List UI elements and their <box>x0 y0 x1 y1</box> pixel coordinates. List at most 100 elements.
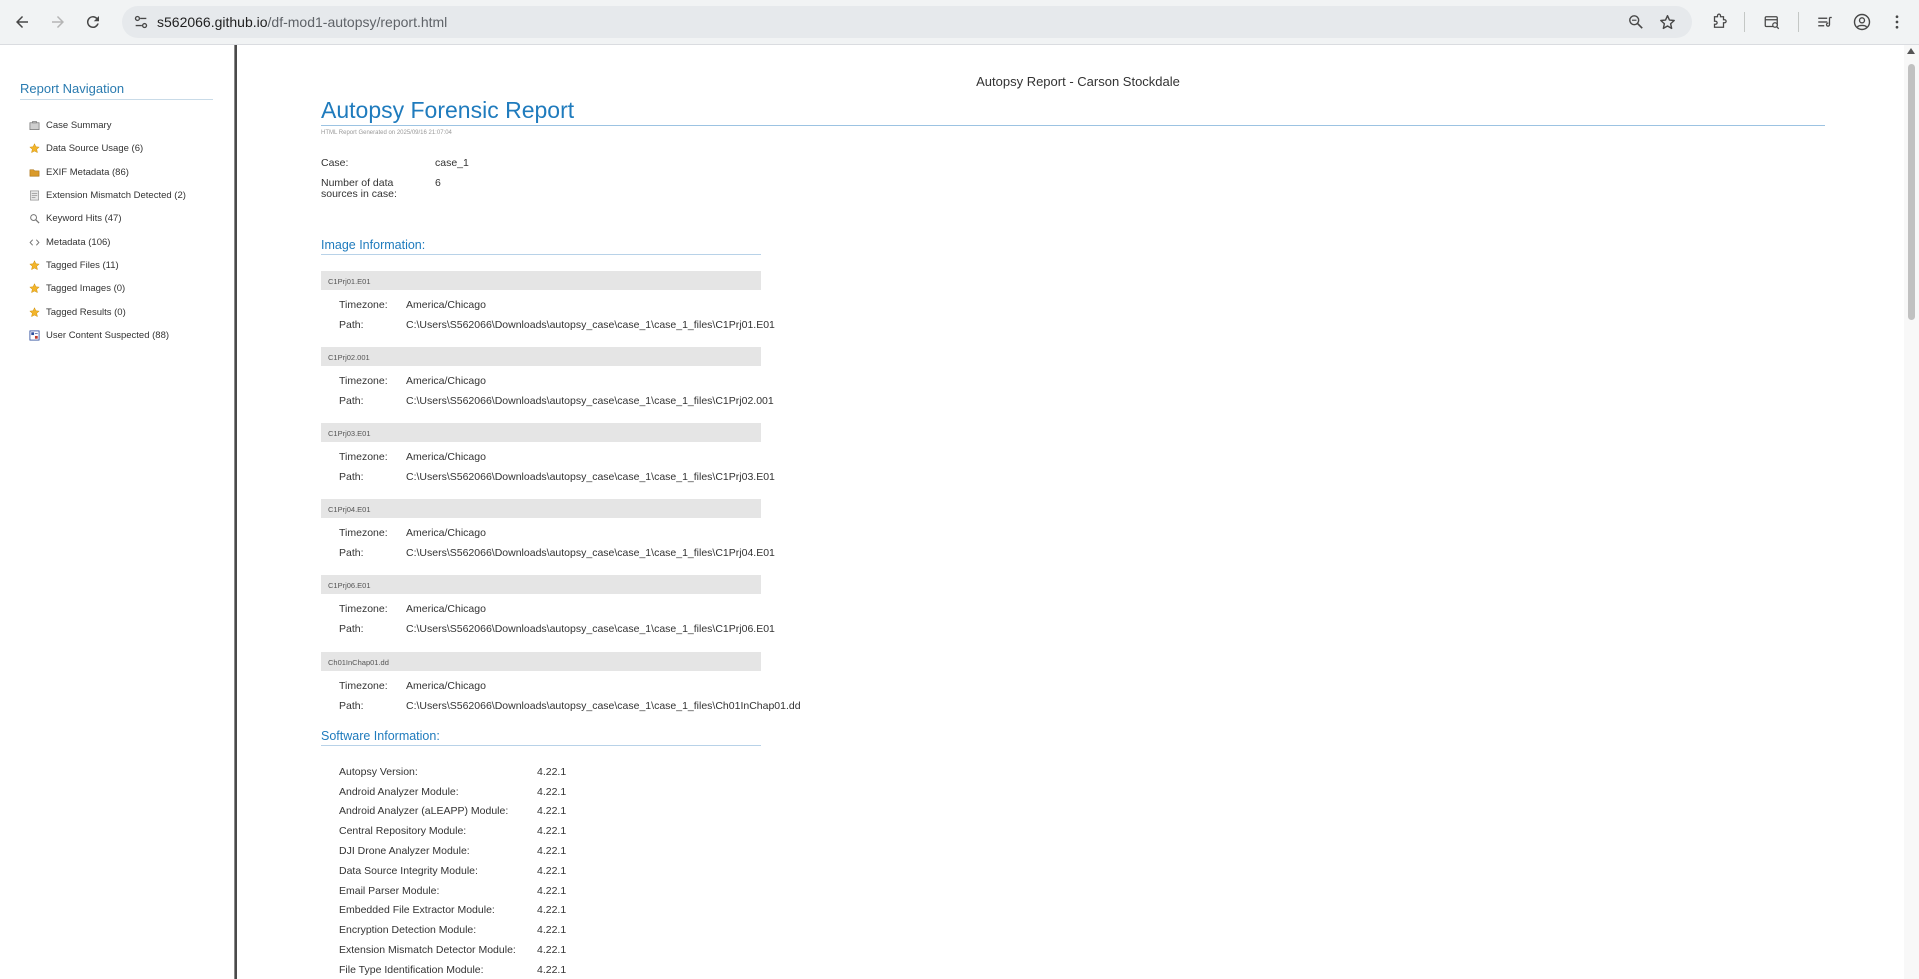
nav-item-case-summary[interactable]: Case Summary <box>28 114 186 137</box>
star-icon <box>28 283 41 294</box>
image-name: C1Prj06.E01 <box>321 575 761 595</box>
report-generated-date: HTML Report Generated on 2025/09/16 21:0… <box>321 130 452 136</box>
reload-button[interactable] <box>81 10 105 34</box>
timezone-label: Timezone: <box>339 527 388 540</box>
nav-item-tagged-images[interactable]: Tagged Images (0) <box>28 277 186 300</box>
data-sources-value: 6 <box>435 177 441 189</box>
timezone-value: America/Chicago <box>406 375 486 388</box>
path-value: C:\Users\S562066\Downloads\autopsy_case\… <box>406 471 775 484</box>
software-information-title: Software Information: <box>321 729 761 746</box>
image-name: C1Prj04.E01 <box>321 499 761 519</box>
module-name: Autopsy Version: <box>339 765 418 778</box>
reading-list-icon[interactable] <box>1813 10 1837 34</box>
zoom-icon[interactable] <box>1627 13 1645 31</box>
path-value: C:\Users\S562066\Downloads\autopsy_case\… <box>406 319 775 331</box>
nav-item-user-content-suspected[interactable]: User Content Suspected (88) <box>28 324 186 347</box>
path-row: Path: C:\Users\S562066\Downloads\autopsy_… <box>339 471 775 483</box>
timezone-label: Timezone: <box>339 603 388 616</box>
path-value: C:\Users\S562066\Downloads\autopsy_case\… <box>406 699 801 712</box>
module-name: Embedded File Extractor Module: <box>339 904 495 917</box>
scrollbar-thumb[interactable] <box>1908 64 1915 320</box>
nav-item-tagged-files[interactable]: Tagged Files (11) <box>28 254 186 277</box>
image-entry: C1Prj03.E01 Timezone: America/Chicago Path:… <box>321 423 775 483</box>
toolbar-divider <box>1744 12 1745 32</box>
timezone-label: Timezone: <box>339 451 388 464</box>
path-row: Path: C:\Users\S562066\Downloads\autopsy_… <box>339 547 775 559</box>
nav-item-label: Tagged Images (0) <box>46 283 126 295</box>
module-name: Encryption Detection Module: <box>339 924 477 937</box>
module-name: Android Analyzer (aLEAPP) Module: <box>339 805 509 818</box>
software-row: Android Analyzer Module: 4.22.1 <box>339 782 566 802</box>
software-row: Embedded File Extractor Module: 4.22.1 <box>339 901 566 921</box>
user-content-icon <box>28 330 41 341</box>
nav-item-extension-mismatch-detected[interactable]: Extension Mismatch Detected (2) <box>28 184 186 207</box>
module-name: Extension Mismatch Detector Module: <box>339 944 516 957</box>
case-label: Case: <box>321 157 349 169</box>
browser-toolbar: s562066.github.io/df-mod1-autopsy/report… <box>0 0 1919 45</box>
module-version: 4.22.1 <box>537 963 567 976</box>
site-settings-icon[interactable] <box>132 13 150 31</box>
case-row: Case: case_1 <box>321 158 469 178</box>
path-label: Path: <box>339 547 364 560</box>
path-value: C:\Users\S562066\Downloads\autopsy_case\… <box>406 623 775 636</box>
timezone-row: Timezone: America/Chicago <box>339 603 486 615</box>
browser-menu-icon[interactable] <box>1885 10 1909 34</box>
scroll-up-arrow-icon[interactable] <box>1907 48 1915 54</box>
timezone-value: America/Chicago <box>406 527 486 540</box>
image-entry: C1Prj01.E01 Timezone: America/Chicago Path:… <box>321 271 775 331</box>
path-row: Path: C:\Users\S562066\Downloads\autopsy_… <box>339 623 775 635</box>
vertical-scrollbar[interactable] <box>1904 45 1919 979</box>
profile-avatar-icon[interactable] <box>1850 10 1874 34</box>
timezone-row: Timezone: America/Chicago <box>339 375 486 387</box>
image-name: Ch01InChap01.dd <box>321 651 761 671</box>
software-row: Email Parser Module: 4.22.1 <box>339 881 566 901</box>
image-information-title: Image Information: <box>321 238 761 255</box>
image-entry: C1Prj04.E01 Timezone: America/Chicago Path:… <box>321 499 775 559</box>
nav-item-metadata[interactable]: Metadata (106) <box>28 230 186 253</box>
timezone-row: Timezone: America/Chicago <box>339 527 486 539</box>
timezone-label: Timezone: <box>339 375 388 388</box>
case-value: case_1 <box>435 157 469 169</box>
path-label: Path: <box>339 471 364 484</box>
nav-item-keyword-hits[interactable]: Keyword Hits (47) <box>28 207 186 230</box>
module-name: Data Source Integrity Module: <box>339 864 478 877</box>
tab-search-icon[interactable] <box>1760 10 1784 34</box>
address-bar[interactable]: s562066.github.io/df-mod1-autopsy/report… <box>122 6 1692 38</box>
image-entry: C1Prj06.E01 Timezone: America/Chicago Path:… <box>321 575 775 635</box>
software-row: Data Source Integrity Module: 4.22.1 <box>339 861 566 881</box>
data-sources-label: Number of data sources in case: <box>321 177 397 200</box>
star-icon <box>28 306 41 318</box>
nav-item-data-source-usage[interactable]: Data Source Usage (6) <box>28 137 186 160</box>
code-icon <box>28 237 41 248</box>
nav-item-label: Metadata (106) <box>46 236 111 248</box>
folder-icon <box>28 167 41 178</box>
software-row: Android Analyzer (aLEAPP) Module: 4.22.1 <box>339 802 566 822</box>
back-button[interactable] <box>10 10 34 34</box>
nav-item-label: EXIF Metadata (86) <box>46 166 129 178</box>
module-version: 4.22.1 <box>537 884 567 897</box>
url-text[interactable]: s562066.github.io/df-mod1-autopsy/report… <box>157 14 447 30</box>
path-value: C:\Users\S562066\Downloads\autopsy_case\… <box>406 547 775 560</box>
path-label: Path: <box>339 699 364 712</box>
extensions-icon[interactable] <box>1707 10 1731 34</box>
nav-item-label: User Content Suspected (88) <box>46 329 170 341</box>
image-name: C1Prj02.001 <box>321 347 761 367</box>
timezone-label: Timezone: <box>339 299 388 311</box>
bookmark-star-icon[interactable] <box>1658 13 1676 31</box>
timezone-row: Timezone: America/Chicago <box>339 299 486 311</box>
forward-arrow-icon <box>52 16 64 28</box>
nav-item-tagged-results[interactable]: Tagged Results (0) <box>28 300 186 323</box>
software-row: Encryption Detection Module: 4.22.1 <box>339 920 566 940</box>
module-version: 4.22.1 <box>537 785 567 798</box>
report-content-frame: Autopsy Report - Carson Stockdale Autops… <box>237 45 1904 979</box>
nav-item-label: Keyword Hits (47) <box>46 213 122 225</box>
case-info-table: Case: case_1 Number of data sources in c… <box>321 158 469 200</box>
module-version: 4.22.1 <box>537 864 567 877</box>
nav-item-exif-metadata[interactable]: EXIF Metadata (86) <box>28 161 186 184</box>
software-row: File Type Identification Module: 4.22.1 <box>339 960 566 979</box>
module-version: 4.22.1 <box>537 944 567 957</box>
image-entry: Ch01InChap01.dd Timezone: America/Chicago P… <box>321 651 801 712</box>
forward-button[interactable] <box>46 10 70 34</box>
software-information-table: Autopsy Version: 4.22.1 Android Analyzer M… <box>339 762 566 979</box>
toolbar-divider <box>1798 12 1799 32</box>
